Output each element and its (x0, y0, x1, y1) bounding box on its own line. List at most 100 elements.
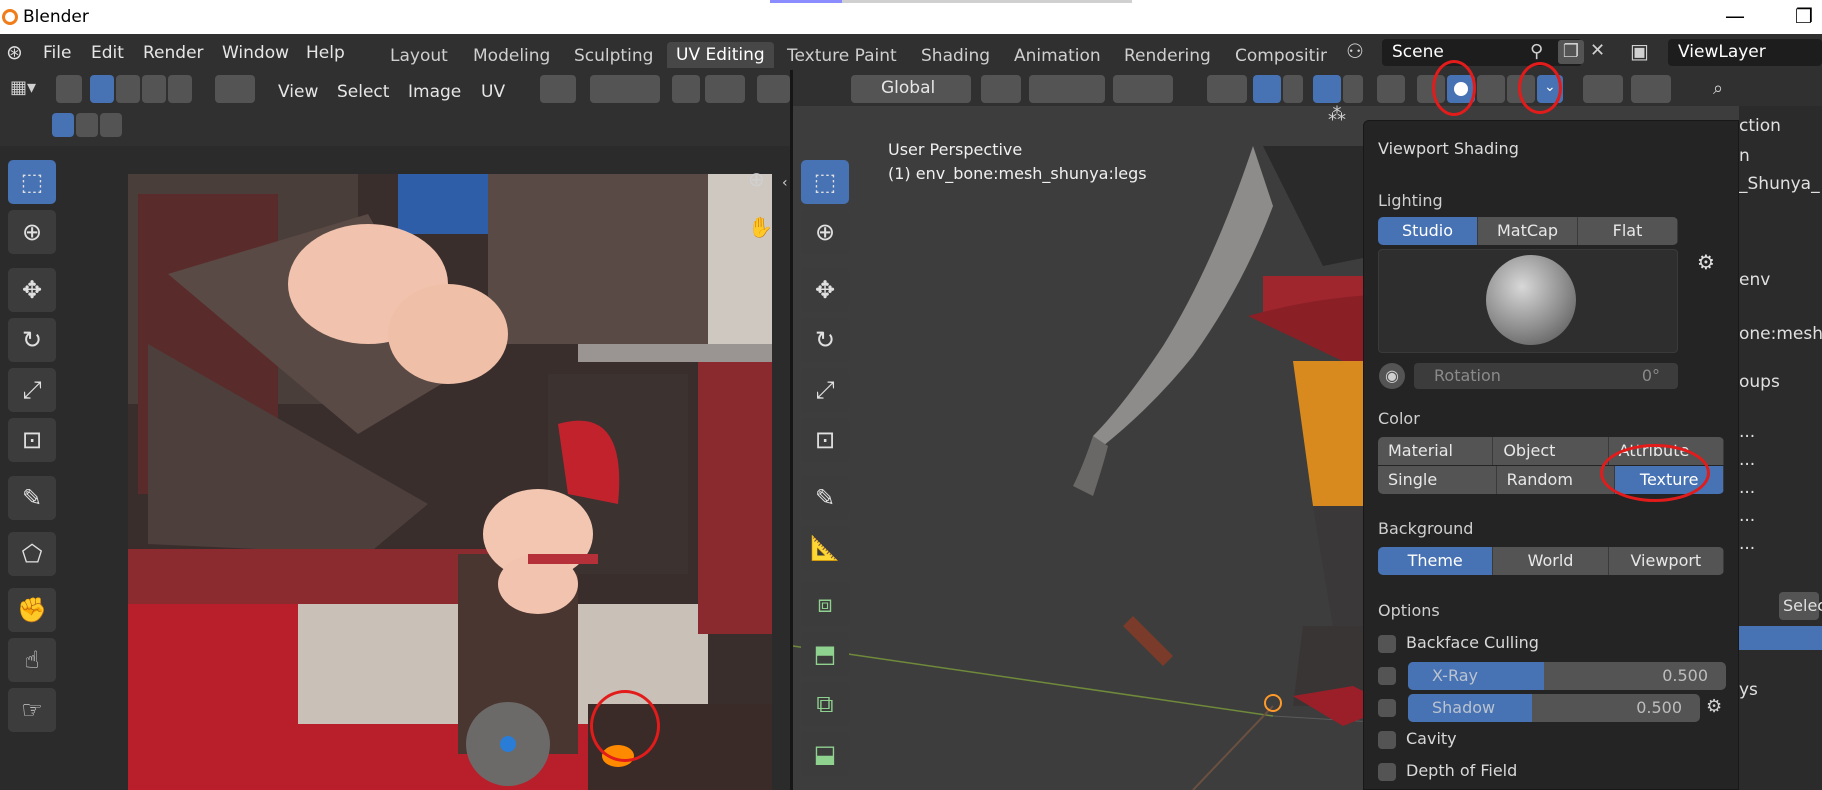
background-world-button[interactable]: World (1493, 547, 1609, 575)
pan-hand-icon[interactable]: ✋ (748, 217, 773, 237)
edge-select-button[interactable] (116, 75, 140, 103)
uv-menu-view[interactable]: View (278, 82, 318, 102)
select-box-tool[interactable]: ⬚ (8, 160, 56, 204)
outliner-filter-dropdown[interactable] (1631, 75, 1671, 103)
tab-sculpting[interactable]: Sculpting (574, 46, 653, 66)
maximize-icon[interactable]: ❐ (1795, 4, 1813, 28)
sticky-select-dropdown[interactable] (215, 75, 255, 103)
vp-scale-tool[interactable]: ⤢ (801, 368, 849, 412)
menu-render[interactable]: Render (143, 43, 204, 63)
pivot-dropdown[interactable] (540, 75, 576, 103)
gizmo-dropdown[interactable] (1283, 75, 1303, 103)
lighting-studio-button[interactable]: Studio (1378, 217, 1478, 245)
image-browse-dropdown[interactable] (757, 75, 790, 103)
editor-type-icon[interactable]: ▦▾ (10, 79, 36, 97)
uv-menu-select[interactable]: Select (337, 82, 389, 102)
color-random-button[interactable]: Random (1496, 466, 1616, 494)
minimize-icon[interactable]: — (1725, 4, 1745, 28)
lighting-flat-button[interactable]: Flat (1578, 217, 1678, 245)
tab-shading[interactable]: Shading (921, 46, 990, 66)
shadow-settings-gear-icon[interactable]: ⚙ (1706, 698, 1722, 716)
sync-selection-button[interactable] (56, 75, 82, 103)
menu-help[interactable]: Help (306, 43, 345, 63)
props-list-item[interactable]: ... (1739, 506, 1755, 526)
xray-checkbox[interactable] (1378, 667, 1396, 685)
cursor-tool[interactable]: ⊕ (8, 210, 56, 254)
face-select-button[interactable] (142, 75, 166, 103)
vp-rotate-tool[interactable]: ↻ (801, 318, 849, 362)
scene-field[interactable]: Scene (1382, 39, 1582, 66)
rotate-tool[interactable]: ↻ (8, 318, 56, 362)
falloff-dropdown[interactable] (705, 75, 745, 103)
depth-of-field-checkbox[interactable] (1378, 763, 1396, 781)
delete-scene-icon[interactable]: ✕ (1590, 42, 1605, 60)
relax-tool[interactable]: ☝ (8, 638, 56, 682)
uv-menu-uv[interactable]: UV (481, 82, 505, 102)
xray-slider[interactable]: X-Ray 0.500 (1408, 662, 1726, 690)
xray-toggle-button[interactable] (1377, 75, 1405, 103)
shadow-checkbox[interactable] (1378, 699, 1396, 717)
snap-target-icon[interactable]: ⁂ (1328, 106, 1346, 124)
tab-texture-paint[interactable]: Texture Paint (787, 46, 897, 66)
world-space-lighting-icon[interactable]: ◉ (1379, 363, 1405, 389)
vp-transform-tool[interactable]: ⊡ (801, 418, 849, 462)
transform-tool[interactable]: ⊡ (8, 418, 56, 462)
vp-add-cube-tool[interactable]: ⧈ (801, 582, 849, 626)
tab-compositing[interactable]: Compositin (1235, 46, 1327, 66)
proportional-dropdown[interactable] (1113, 75, 1173, 103)
props-list-item[interactable]: ... (1739, 450, 1755, 470)
overlay-dropdown[interactable] (1343, 75, 1363, 103)
select-mode-extend-button[interactable] (76, 113, 98, 137)
tab-layout[interactable]: Layout (390, 46, 448, 66)
vp-extrude-tool[interactable]: ⬒ (801, 632, 849, 676)
scale-tool[interactable]: ⤢ (8, 368, 56, 412)
view-layer-field[interactable]: ViewLayer (1668, 39, 1822, 66)
sidebar-toggle-icon[interactable]: ‹ (782, 174, 788, 192)
props-blue-bar[interactable] (1739, 626, 1822, 650)
proportional-edit-button[interactable] (672, 75, 700, 103)
color-single-button[interactable]: Single (1378, 466, 1497, 494)
menu-edit[interactable]: Edit (91, 43, 124, 63)
cavity-checkbox[interactable] (1378, 731, 1396, 749)
menu-file[interactable]: File (43, 43, 71, 63)
view-layer-icon[interactable]: ▣ (1630, 41, 1649, 61)
search-icon[interactable]: ⌕ (1713, 80, 1723, 98)
material-preview-button[interactable] (1477, 75, 1505, 103)
pivot-point-dropdown[interactable] (981, 75, 1021, 103)
select-mode-new-button[interactable] (52, 113, 74, 137)
vp-inset-tool[interactable]: ⧉ (801, 682, 849, 726)
tab-rendering[interactable]: Rendering (1124, 46, 1211, 66)
annotate-tool[interactable]: ✎ (8, 476, 56, 520)
shadow-slider[interactable]: Shadow 0.500 (1408, 694, 1700, 722)
uv-editor-canvas[interactable]: ⊕ ✋ ‹ (0, 146, 790, 790)
select-mode-subtract-button[interactable] (100, 113, 122, 137)
pinch-tool[interactable]: ☞ (8, 688, 56, 732)
grab-tool[interactable]: ✊ (8, 588, 56, 632)
vp-annotate-tool[interactable]: ✎ (801, 476, 849, 520)
pin-icon[interactable]: ⚲ (1530, 43, 1543, 61)
vp-move-tool[interactable]: ✥ (801, 268, 849, 312)
uv-snap-dropdown[interactable] (590, 75, 660, 103)
visibility-dropdown[interactable] (1207, 75, 1247, 103)
overlay-toggle-button[interactable] (1313, 75, 1341, 103)
background-viewport-button[interactable]: Viewport (1608, 547, 1724, 575)
tab-uv-editing[interactable]: UV Editing (667, 42, 774, 68)
snap-dropdown[interactable] (1029, 75, 1105, 103)
props-select-button[interactable]: Select (1779, 592, 1822, 620)
backface-culling-checkbox[interactable] (1378, 635, 1396, 653)
lighting-matcap-button[interactable]: MatCap (1478, 217, 1578, 245)
vp-measure-tool[interactable]: 📐 (801, 526, 849, 570)
uv-menu-image[interactable]: Image (408, 82, 461, 102)
props-list-item[interactable]: ... (1739, 534, 1755, 554)
rip-region-tool[interactable]: ⬠ (8, 532, 56, 576)
gear-icon[interactable]: ⚙ (1697, 252, 1715, 272)
rotation-field[interactable]: Rotation 0° (1414, 363, 1678, 389)
gizmo-toggle-button[interactable] (1253, 75, 1281, 103)
orientation-dropdown[interactable]: Global (851, 75, 971, 103)
zoom-icon[interactable]: ⊕ (748, 169, 765, 189)
uv-texture-image[interactable] (128, 174, 772, 790)
vp-bevel-tool[interactable]: ⬓ (801, 732, 849, 776)
background-theme-button[interactable]: Theme (1378, 547, 1494, 575)
new-scene-icon[interactable]: ❐ (1558, 40, 1584, 64)
vp-select-box-tool[interactable]: ⬚ (801, 160, 849, 204)
